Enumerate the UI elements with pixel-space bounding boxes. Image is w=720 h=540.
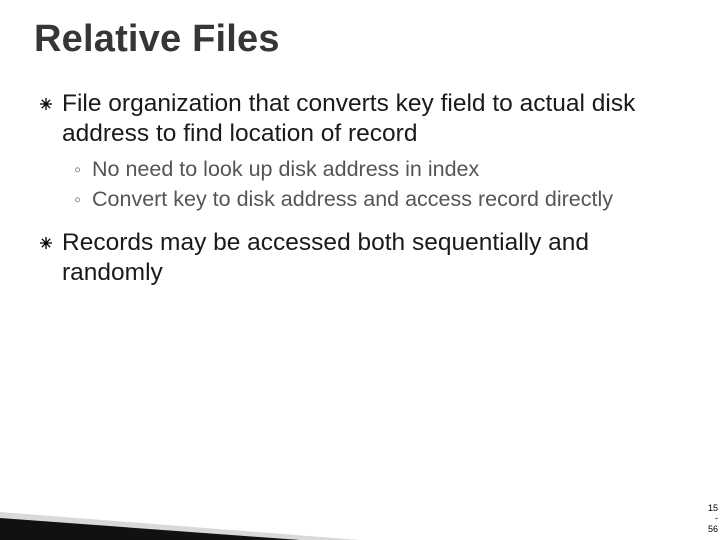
sub-bullet-item: ◦ Convert key to disk address and access… xyxy=(74,186,690,214)
bullet-text: File organization that converts key fiel… xyxy=(62,89,690,150)
bullet-icon xyxy=(40,89,62,110)
page-number: 15 - 56 xyxy=(708,503,718,534)
page-number-top: 15 xyxy=(708,503,718,513)
sub-bullet-icon: ◦ xyxy=(74,186,92,214)
decorative-wedge-light xyxy=(0,512,360,540)
sub-bullet-item: ◦ No need to look up disk address in ind… xyxy=(74,156,690,184)
sub-list: ◦ No need to look up disk address in ind… xyxy=(74,156,690,214)
bullet-item: Records may be accessed both sequentiall… xyxy=(40,228,690,289)
sub-bullet-text: Convert key to disk address and access r… xyxy=(92,186,613,213)
slide-title: Relative Files xyxy=(34,18,690,61)
page-number-mid: - xyxy=(708,513,718,523)
slide-content: File organization that converts key fiel… xyxy=(34,89,690,289)
bullet-item: File organization that converts key fiel… xyxy=(40,89,690,150)
bullet-text: Records may be accessed both sequentiall… xyxy=(62,228,690,289)
sub-bullet-text: No need to look up disk address in index xyxy=(92,156,479,183)
decorative-wedge-dark xyxy=(0,518,300,540)
sub-bullet-icon: ◦ xyxy=(74,156,92,184)
bullet-icon xyxy=(40,228,62,249)
page-number-bot: 56 xyxy=(708,524,718,534)
slide: Relative Files File organization that co… xyxy=(0,0,720,540)
